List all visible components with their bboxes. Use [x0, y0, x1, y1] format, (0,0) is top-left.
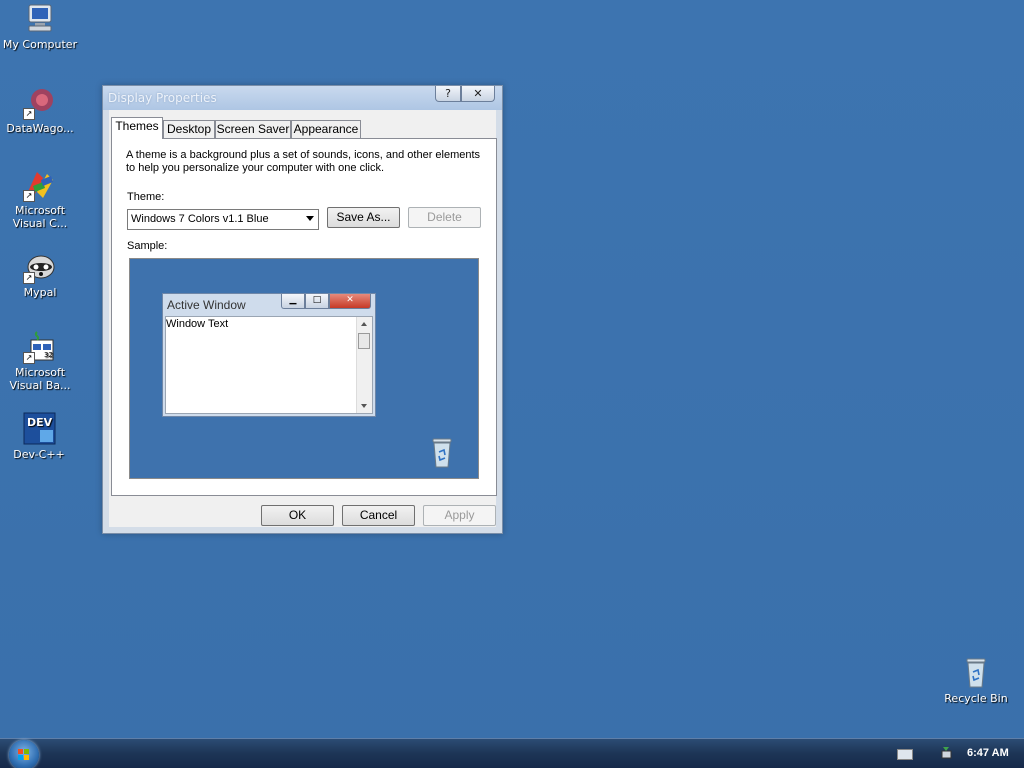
- theme-sample-preview: Active Window ▁ □ ✕ Window Text: [129, 258, 479, 479]
- desktop-icon-dev-cpp[interactable]: DEV Dev-C++: [0, 412, 79, 461]
- shortcut-arrow-icon: ↗: [23, 352, 35, 364]
- sample-window-client: Window Text: [165, 316, 373, 414]
- taskbar-clock[interactable]: 6:47 AM: [967, 747, 1009, 759]
- theme-dropdown-value: Windows 7 Colors v1.1 Blue: [131, 213, 269, 225]
- desktop-icon-label: Dev-C++: [13, 448, 65, 461]
- scroll-up-icon: [361, 322, 367, 326]
- desktop-icon-label: Microsoft Visual C...: [12, 204, 68, 230]
- desktop-icon-label: DataWago...: [6, 122, 74, 135]
- dialog-titlebar[interactable]: Display Properties ? ✕: [103, 86, 502, 110]
- desktop-icon-datawagon[interactable]: ↗ DataWago...: [0, 86, 80, 135]
- tab-screen-saver[interactable]: Screen Saver: [215, 120, 291, 138]
- desktop-icon-label: Mypal: [23, 286, 57, 299]
- network-icon[interactable]: [940, 745, 956, 765]
- my-computer-icon: [23, 2, 57, 36]
- delete-button[interactable]: Delete: [408, 207, 481, 228]
- keyboard-icon[interactable]: [897, 749, 913, 760]
- desktop: My Computer ↗ DataWago... ↗ Microsoft Vi…: [0, 0, 1024, 768]
- datawagon-icon: ↗: [23, 86, 57, 120]
- sample-window-text: Window Text: [166, 318, 229, 330]
- dev-badge: DEV: [27, 416, 53, 429]
- theme-dropdown[interactable]: Windows 7 Colors v1.1 Blue: [127, 209, 319, 230]
- theme-description-line2: to help you personalize your computer wi…: [126, 162, 385, 174]
- theme-label: Theme:: [127, 191, 165, 203]
- sample-label: Sample:: [127, 240, 168, 252]
- desktop-icon-mypal[interactable]: ↗ Mypal: [0, 250, 80, 299]
- shortcut-arrow-icon: ↗: [23, 272, 35, 284]
- start-button[interactable]: [9, 740, 39, 768]
- sample-scroll-thumb: [358, 333, 370, 349]
- desktop-icon-visual-basic[interactable]: 32 ↗ Microsoft Visual Ba...: [0, 330, 80, 392]
- desktop-icon-recycle-bin[interactable]: Recycle Bin: [936, 656, 1016, 705]
- sample-close-icon: ✕: [329, 294, 371, 309]
- visual-cpp-icon: ↗: [23, 168, 57, 202]
- taskbar: 6:47 AM: [0, 738, 1024, 768]
- sample-maximize-icon: □: [305, 294, 329, 309]
- desktop-icon-label: My Computer: [2, 38, 78, 51]
- windows-logo-icon: [18, 749, 29, 760]
- tab-appearance[interactable]: Appearance: [291, 120, 361, 138]
- sample-window-title: Active Window: [167, 298, 246, 312]
- desktop-icon-label: Recycle Bin: [944, 692, 1008, 705]
- close-button[interactable]: ✕: [461, 86, 495, 102]
- shortcut-arrow-icon: ↗: [23, 108, 35, 120]
- mypal-icon: ↗: [23, 250, 57, 284]
- display-properties-dialog: Display Properties ? ✕ Themes Desktop Sc…: [102, 85, 503, 534]
- recycle-bin-icon: [959, 656, 993, 690]
- cancel-button[interactable]: Cancel: [342, 505, 415, 526]
- desktop-icon-label: Microsoft Visual Ba...: [9, 366, 71, 392]
- svg-text:32: 32: [44, 351, 53, 359]
- shortcut-arrow-icon: ↗: [23, 190, 35, 202]
- sample-scrollbar: [356, 317, 372, 413]
- sample-minimize-icon: ▁: [281, 294, 305, 309]
- save-as-button[interactable]: Save As...: [327, 207, 400, 228]
- chevron-down-icon: [306, 216, 314, 221]
- scroll-down-icon: [361, 404, 367, 408]
- ok-button[interactable]: OK: [261, 505, 334, 526]
- dialog-title: Display Properties: [108, 91, 217, 105]
- dialog-body: Themes Desktop Screen Saver Appearance A…: [109, 110, 497, 527]
- tab-desktop[interactable]: Desktop: [163, 120, 215, 138]
- desktop-icon-visual-cpp[interactable]: ↗ Microsoft Visual C...: [0, 168, 80, 230]
- desktop-icon-my-computer[interactable]: My Computer: [0, 2, 80, 51]
- themes-tab-panel: A theme is a background plus a set of so…: [111, 138, 497, 496]
- tab-themes[interactable]: Themes: [111, 117, 163, 139]
- help-button[interactable]: ?: [435, 86, 461, 102]
- theme-description-line1: A theme is a background plus a set of so…: [126, 149, 481, 161]
- apply-button[interactable]: Apply: [423, 505, 496, 526]
- sample-recycle-bin-icon: [428, 437, 456, 473]
- sample-active-window: Active Window ▁ □ ✕ Window Text: [162, 293, 376, 417]
- visual-basic-icon: 32 ↗: [23, 330, 57, 364]
- dev-cpp-icon: DEV: [22, 412, 56, 446]
